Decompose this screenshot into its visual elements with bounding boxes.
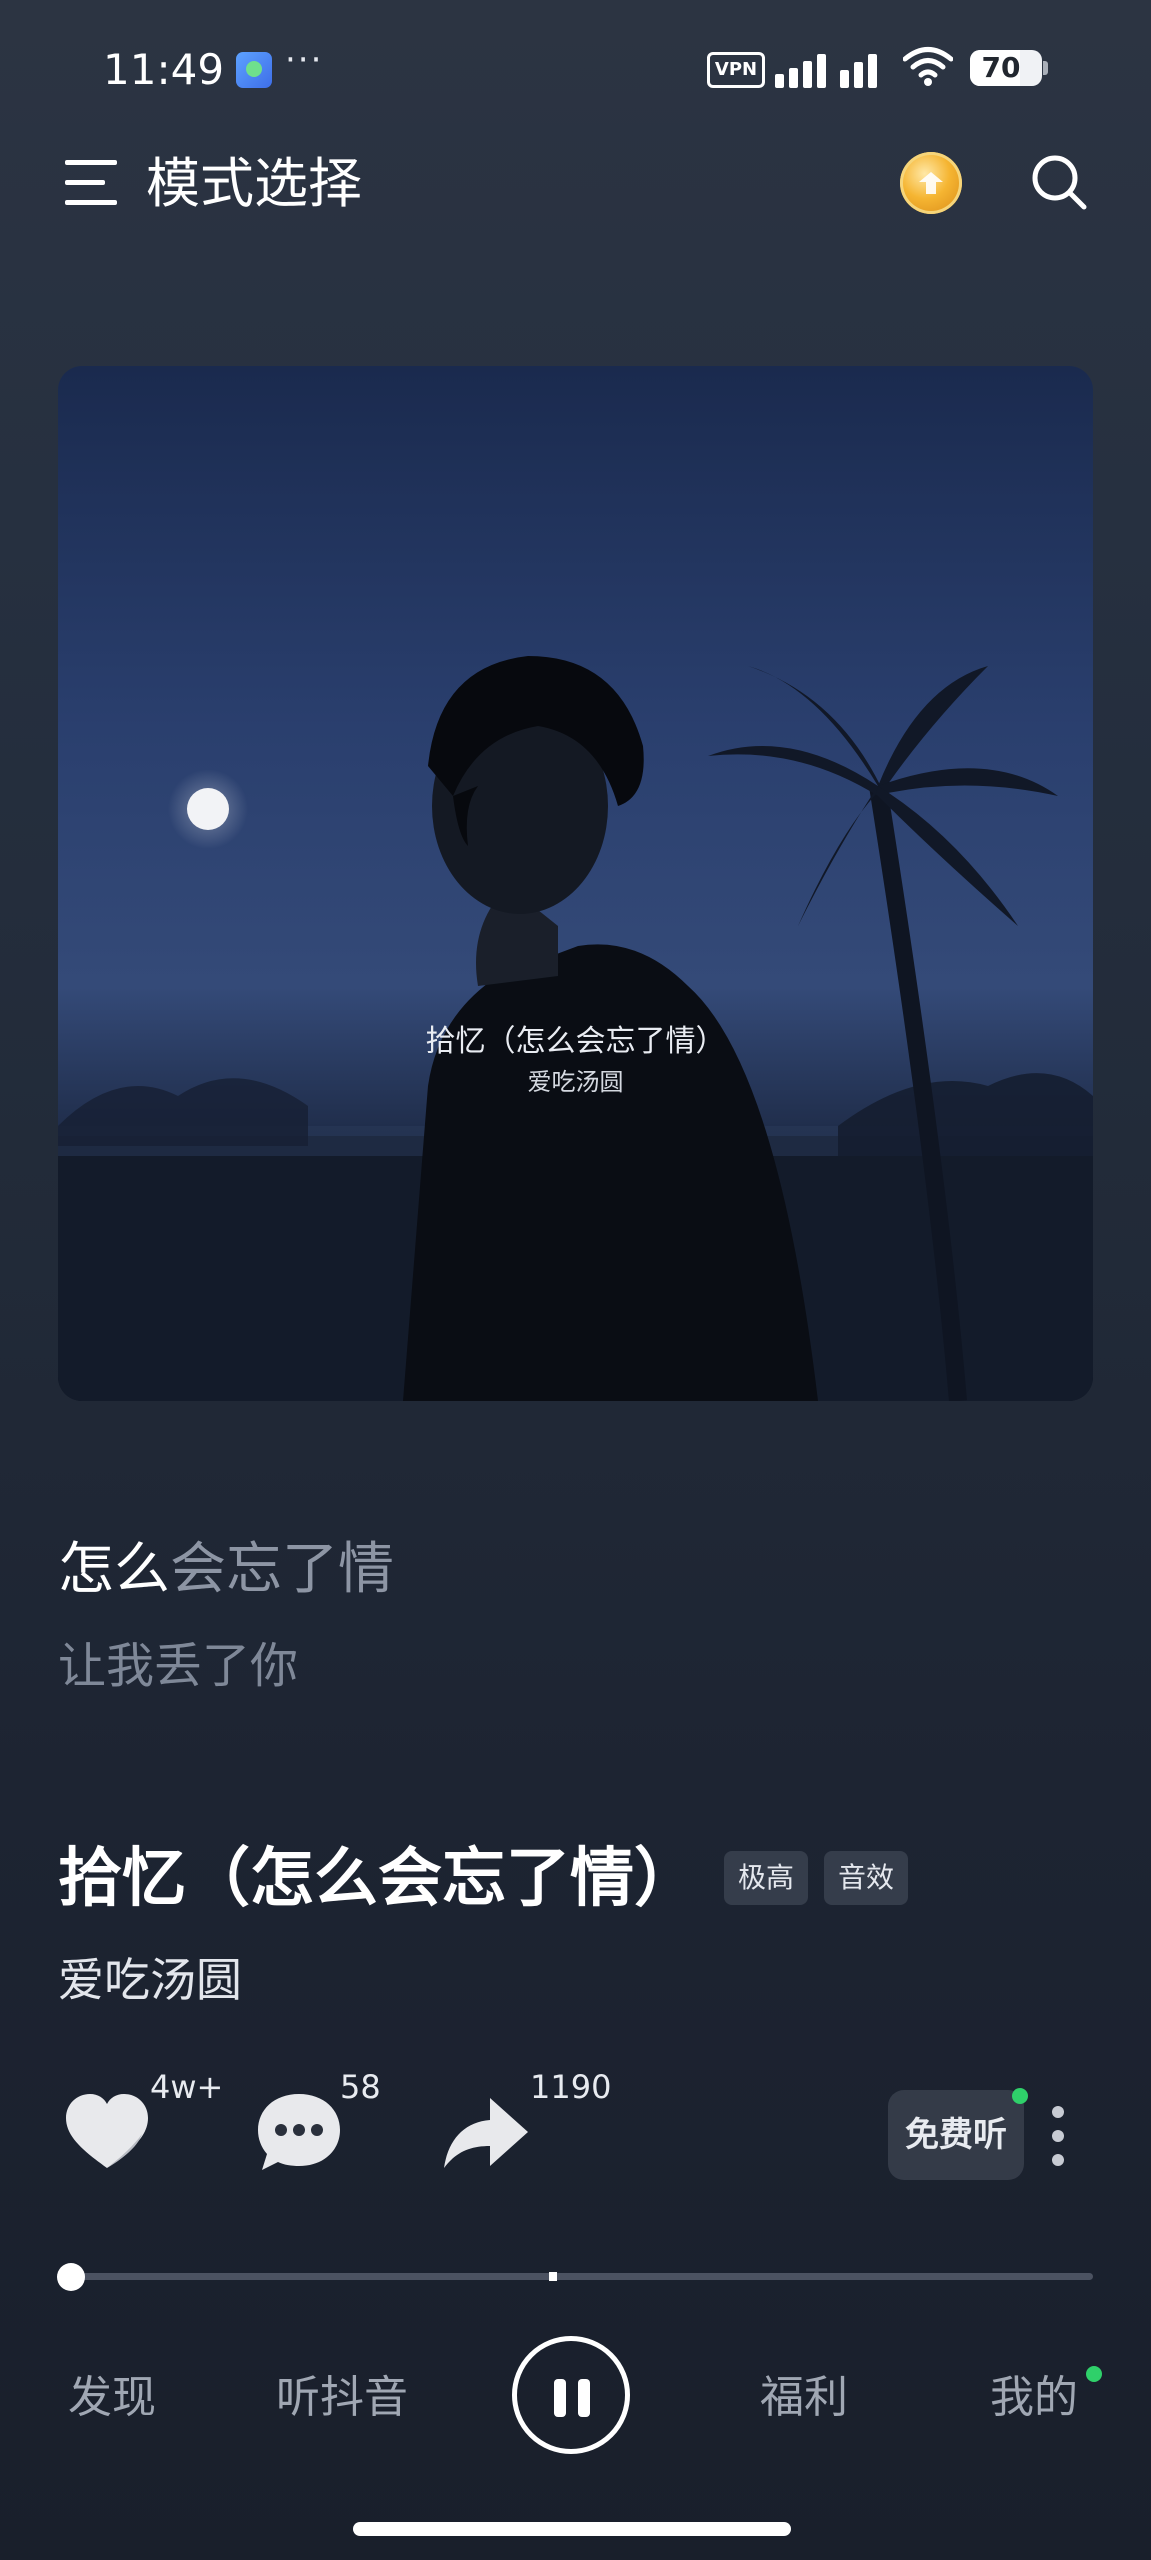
battery-tip xyxy=(1043,61,1048,75)
progress-bar[interactable] xyxy=(70,2273,1093,2280)
battery-percent: 70 xyxy=(981,51,1021,84)
pause-button[interactable] xyxy=(512,2336,630,2454)
menu-icon[interactable] xyxy=(65,158,117,208)
free-listen-button[interactable]: 免费听 xyxy=(888,2090,1024,2180)
wifi-icon xyxy=(903,47,953,86)
more-notifications-icon: ··· xyxy=(285,40,324,80)
next-lyric-line[interactable]: 让我丢了你 xyxy=(58,1634,298,1698)
nav-mine[interactable]: 我的 xyxy=(990,2368,1078,2428)
heart-icon[interactable] xyxy=(62,2090,152,2174)
more-icon[interactable] xyxy=(1046,2104,1070,2168)
share-count: 1190 xyxy=(530,2068,612,2106)
app-notification-icon xyxy=(236,52,272,88)
song-artist[interactable]: 爱吃汤圆 xyxy=(58,1950,242,2010)
progress-thumb[interactable] xyxy=(57,2263,85,2291)
mode-select-title[interactable]: 模式选择 xyxy=(146,150,362,218)
share-icon[interactable] xyxy=(440,2090,530,2174)
song-title[interactable]: 拾忆（怎么会忘了情） xyxy=(58,1840,698,1918)
sound-effect-tag[interactable]: 音效 xyxy=(824,1851,909,1905)
pause-icon xyxy=(554,2379,566,2417)
nav-mine-badge-dot xyxy=(1086,2366,1102,2382)
signal-icon xyxy=(775,48,839,88)
nav-welfare[interactable]: 福利 xyxy=(760,2368,848,2428)
home-indicator[interactable] xyxy=(353,2522,791,2536)
pause-icon-bar xyxy=(578,2379,590,2417)
album-cover-title: 拾忆（怎么会忘了情） xyxy=(425,1024,726,1059)
comment-count: 58 xyxy=(340,2068,381,2106)
coin-icon[interactable] xyxy=(900,152,962,214)
nav-discover[interactable]: 发现 xyxy=(68,2368,156,2428)
lyric-sung-part: 怎么 xyxy=(58,1537,170,1602)
search-icon[interactable] xyxy=(1030,153,1088,211)
comment-icon[interactable] xyxy=(254,2090,344,2174)
lyric-unsung-part: 会忘了情 xyxy=(170,1537,394,1602)
quality-tag[interactable]: 极高 xyxy=(724,1851,809,1905)
status-time: 11:49 xyxy=(103,45,225,94)
signal-icon-secondary xyxy=(840,48,888,88)
nav-listen-douyin[interactable]: 听抖音 xyxy=(276,2368,408,2428)
current-lyric-line[interactable]: 怎么会忘了情 xyxy=(58,1534,394,1606)
album-cover[interactable]: 拾忆（怎么会忘了情） 爱吃汤圆 xyxy=(58,366,1093,1401)
vpn-icon: VPN xyxy=(707,52,765,88)
like-count: 4w+ xyxy=(150,2068,224,2106)
battery-icon: 70 xyxy=(970,50,1042,86)
free-listen-badge-dot xyxy=(1012,2088,1028,2104)
album-cover-artist: 爱吃汤圆 xyxy=(527,1068,624,1096)
progress-marker xyxy=(549,2272,557,2281)
